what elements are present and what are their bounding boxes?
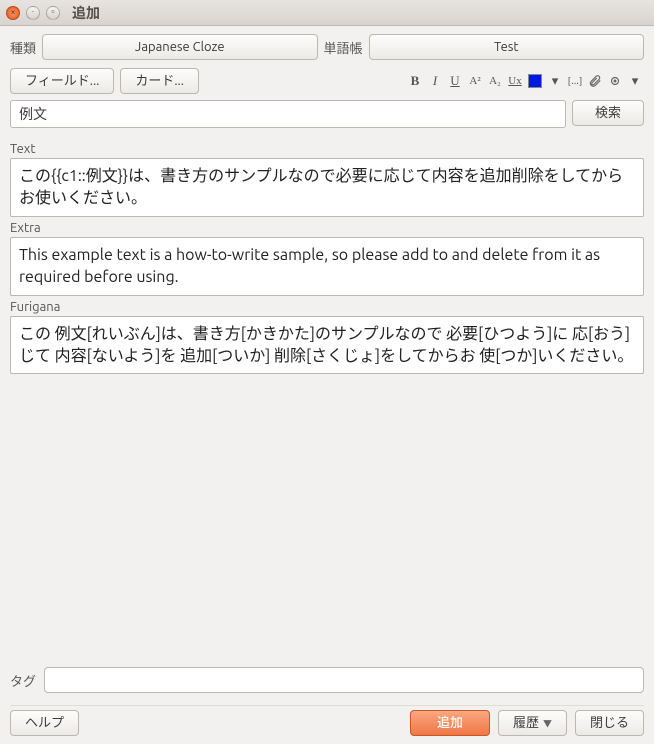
history-label: 履歴 bbox=[513, 716, 539, 730]
underline-button[interactable]: U bbox=[446, 71, 464, 91]
search-input[interactable] bbox=[10, 100, 566, 128]
record-button[interactable] bbox=[606, 71, 624, 91]
tags-label: タグ bbox=[10, 671, 36, 690]
help-button[interactable]: ヘルプ bbox=[10, 710, 79, 736]
field-input-extra[interactable]: This example text is a how-to-write samp… bbox=[10, 237, 644, 296]
color-swatch-icon bbox=[528, 74, 542, 88]
fields-button[interactable]: フィールド... bbox=[10, 68, 114, 94]
history-button[interactable]: 履歴 ▼ bbox=[498, 710, 567, 736]
superscript-button[interactable]: A² bbox=[466, 71, 484, 91]
field-label-furigana: Furigana bbox=[10, 300, 644, 314]
close-button[interactable]: 閉じる bbox=[575, 710, 644, 736]
window-title: 追加 bbox=[72, 3, 100, 23]
deck-label: 単語帳 bbox=[324, 38, 363, 57]
italic-button[interactable]: I bbox=[426, 71, 444, 91]
field-input-furigana[interactable]: この 例文[れいぶん]は、書き方[かきかた]のサンプルなので 必要[ひつよう]に… bbox=[10, 316, 644, 375]
maximize-icon[interactable]: ▫ bbox=[46, 6, 60, 20]
format-toolbar: B I U A² A₂ Ux ▾ [...] ▾ bbox=[406, 71, 644, 91]
cloze-button[interactable]: [...] bbox=[566, 71, 584, 91]
paperclip-icon bbox=[588, 74, 602, 88]
deck-selector[interactable]: Test bbox=[369, 34, 644, 60]
more-button[interactable]: ▾ bbox=[626, 71, 644, 91]
cards-button[interactable]: カード... bbox=[120, 68, 199, 94]
record-icon bbox=[608, 74, 622, 88]
note-type-selector[interactable]: Japanese Cloze bbox=[42, 34, 317, 60]
add-button[interactable]: 追加 bbox=[410, 710, 490, 736]
minimize-icon[interactable]: ‐ bbox=[26, 6, 40, 20]
chevron-down-icon: ▼ bbox=[543, 719, 552, 729]
titlebar: × ‐ ▫ 追加 bbox=[0, 0, 654, 26]
type-deck-row: 種類 Japanese Cloze 単語帳 Test bbox=[10, 34, 644, 60]
bold-button[interactable]: B bbox=[406, 71, 424, 91]
fields-area: Text この{{c1::例文}}は、書き方のサンプルなので必要に応じて内容を追… bbox=[10, 138, 644, 657]
close-icon[interactable]: × bbox=[6, 6, 20, 20]
attach-button[interactable] bbox=[586, 71, 604, 91]
remove-format-button[interactable]: Ux bbox=[506, 71, 524, 91]
field-label-text: Text bbox=[10, 142, 644, 156]
tags-input[interactable] bbox=[44, 667, 644, 693]
field-label-extra: Extra bbox=[10, 221, 644, 235]
text-color-button[interactable] bbox=[526, 71, 544, 91]
subscript-button[interactable]: A₂ bbox=[486, 71, 504, 91]
color-dropdown-button[interactable]: ▾ bbox=[546, 71, 564, 91]
search-button[interactable]: 検索 bbox=[572, 100, 644, 126]
type-label: 種類 bbox=[10, 38, 36, 57]
field-input-text[interactable]: この{{c1::例文}}は、書き方のサンプルなので必要に応じて内容を追加削除をし… bbox=[10, 158, 644, 217]
